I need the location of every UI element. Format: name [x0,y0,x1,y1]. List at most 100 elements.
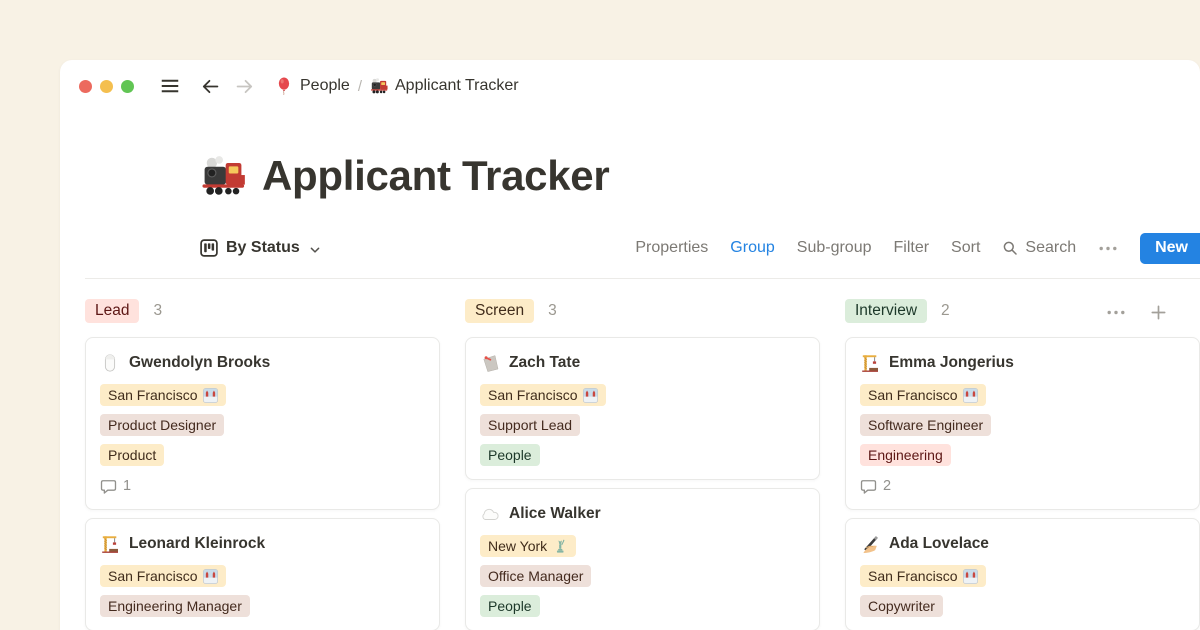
toolbar-item-sort[interactable]: Sort [951,239,980,257]
toolbar-item-group[interactable]: Group [730,239,774,257]
view-switcher[interactable]: By Status [200,239,321,257]
comment-icon [100,478,117,495]
search-button[interactable]: Search [1002,239,1076,257]
tag-row: San Francisco [100,384,425,406]
breadcrumb-item-applicant-tracker[interactable]: Applicant Tracker [366,75,523,97]
divider [85,278,1200,279]
column-count: 2 [941,302,950,320]
card-ada-lovelace[interactable]: Ada Lovelace San Francisco Copywriter [845,518,1200,630]
locomotive-icon [370,77,388,95]
card-name: Gwendolyn Brooks [129,354,270,372]
card-name: Ada Lovelace [889,535,989,553]
fog-bridge-icon [963,569,978,584]
board-column-screen: Zach Tate San Francisco Support Lead People… [465,337,820,630]
tag-row: Engineering Manager [100,595,425,617]
comment-count: 2 [860,476,1185,496]
card-name: Alice Walker [509,505,601,523]
locomotive-icon[interactable] [200,153,246,199]
column-count: 3 [548,302,557,320]
tag-row: New York [480,535,805,557]
crane-icon [860,353,880,373]
tag-san-francisco: San Francisco [100,384,226,406]
card-title: Gwendolyn Brooks [100,350,425,376]
card-name: Emma Jongerius [889,354,1014,372]
tag-product-designer: Product Designer [100,414,224,436]
tag-row: Product Designer [100,414,425,436]
tag-san-francisco: San Francisco [100,565,226,587]
comment-count: 1 [100,476,425,496]
tag-software-engineer: Software Engineer [860,414,991,436]
writing-hand-icon [860,534,880,554]
toolbar-item-properties[interactable]: Properties [635,239,708,257]
tag-row: San Francisco [480,384,805,406]
card-emma-jongerius[interactable]: Emma Jongerius San Francisco Software Engi… [845,337,1200,510]
crane-icon [100,534,120,554]
card-name: Leonard Kleinrock [129,535,265,553]
toolbar-menu: Properties Group Sub-group Filter Sort Search… [635,233,1200,264]
breadcrumb-label: People [300,77,350,95]
tag-engineering: Engineering [860,444,951,466]
computer-mouse-icon [100,353,120,373]
window-controls [79,80,134,93]
toolbar-item-filter[interactable]: Filter [893,239,929,257]
page-title[interactable]: Applicant Tracker [262,152,609,200]
column-header-screen: Screen 3 [465,299,557,323]
card-leonard-kleinrock[interactable]: Leonard Kleinrock San Francisco Engineerin… [85,518,440,630]
tag-row: San Francisco [860,565,1185,587]
add-card-icon[interactable] [1150,304,1167,321]
tag-row: San Francisco [100,565,425,587]
column-status-pill[interactable]: Lead [85,299,139,323]
tag-row: Software Engineer [860,414,1185,436]
kanban-board: Gwendolyn Brooks San Francisco Product Des… [60,337,1200,630]
tag-support-lead: Support Lead [480,414,580,436]
new-button[interactable]: New [1140,233,1200,264]
card-title: Ada Lovelace [860,531,1185,557]
view-toolbar: By Status Properties Group Sub-group Filter… [60,230,1200,266]
card-gwendolyn-brooks[interactable]: Gwendolyn Brooks San Francisco Product Des… [85,337,440,510]
search-label: Search [1025,239,1076,257]
statue-liberty-icon [553,539,568,554]
breadcrumb-label: Applicant Tracker [395,77,519,95]
zoom-window-button[interactable] [121,80,134,93]
tag-row: Product [100,444,425,466]
breadcrumb: People / Applicant Tracker [271,75,523,97]
column-header-lead: Lead3 [85,299,162,323]
fog-bridge-icon [963,388,978,403]
close-window-button[interactable] [79,80,92,93]
fog-bridge-icon [203,569,218,584]
tag-san-francisco: San Francisco [860,384,986,406]
tag-engineering-manager: Engineering Manager [100,595,250,617]
card-alice-walker[interactable]: Alice Walker New York Office Manager People [465,488,820,630]
search-icon [1002,240,1018,256]
card-title: Alice Walker [480,501,805,527]
column-status-pill[interactable]: Screen [465,299,534,323]
view-name: By Status [226,239,300,257]
tag-row: People [480,595,805,617]
breadcrumb-separator: / [358,78,362,95]
tag-row: Copywriter [860,595,1185,617]
tag-row: Office Manager [480,565,805,587]
tag-people: People [480,444,540,466]
minimize-window-button[interactable] [100,80,113,93]
column-controls [1106,304,1167,321]
tag-office-manager: Office Manager [480,565,591,587]
climber-icon [480,353,500,373]
toolbar-item-sub-group[interactable]: Sub-group [797,239,872,257]
more-options-icon[interactable] [1098,245,1118,252]
tag-people: People [480,595,540,617]
fog-bridge-icon [203,388,218,403]
back-arrow-icon[interactable] [200,76,221,97]
forward-arrow-icon[interactable] [234,76,255,97]
card-zach-tate[interactable]: Zach Tate San Francisco Support Lead People [465,337,820,480]
tag-row: People [480,444,805,466]
tag-san-francisco: San Francisco [480,384,606,406]
breadcrumb-item-people[interactable]: People [271,75,354,97]
fog-bridge-icon [583,388,598,403]
column-more-icon[interactable] [1106,309,1126,316]
page-header: Applicant Tracker [60,148,1200,204]
card-name: Zach Tate [509,354,580,372]
sidebar-toggle-icon[interactable] [159,75,181,97]
column-status-pill[interactable]: Interview [845,299,927,323]
tag-product: Product [100,444,164,466]
window-topbar: People / Applicant Tracker [60,60,1200,112]
